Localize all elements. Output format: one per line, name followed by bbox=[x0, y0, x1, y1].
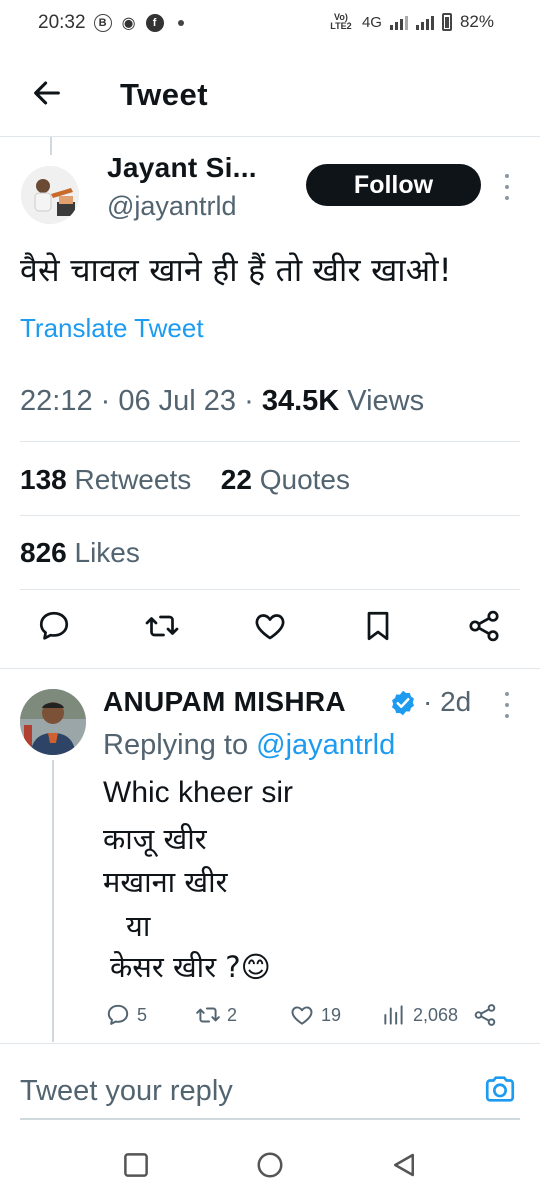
reply-line-4: या bbox=[126, 909, 151, 943]
retweet-quote-stats: 138 Retweets 22 Quotes bbox=[20, 464, 350, 496]
retweet-icon bbox=[196, 1007, 220, 1023]
reply-author-name[interactable]: ANUPAM MISHRA bbox=[103, 686, 346, 718]
author-handle[interactable]: @jayantrld bbox=[107, 191, 236, 222]
battery-icon bbox=[441, 13, 452, 31]
likes-count: 826 bbox=[20, 537, 67, 568]
reply-reply-action[interactable]: 5 bbox=[105, 1002, 147, 1028]
meta-separator: · bbox=[244, 385, 262, 417]
avatar-image bbox=[20, 689, 86, 755]
reply-retweet-action[interactable]: 2 bbox=[195, 1002, 237, 1028]
reply-like-action[interactable]: 19 bbox=[289, 1002, 341, 1028]
reply-views-count: 2,068 bbox=[413, 1004, 459, 1025]
home-circle-icon[interactable] bbox=[255, 1150, 285, 1180]
retweet-icon[interactable] bbox=[144, 608, 180, 644]
reply-icon[interactable] bbox=[36, 608, 72, 644]
facebook-icon: f bbox=[145, 14, 164, 32]
share-icon[interactable] bbox=[466, 608, 502, 644]
like-heart-icon bbox=[291, 1006, 313, 1025]
views-chart-icon bbox=[384, 1005, 403, 1025]
views-count: 34.5K bbox=[261, 385, 340, 417]
reply-bar-divider bbox=[0, 1043, 540, 1044]
quotes-stat[interactable]: 22 Quotes bbox=[221, 464, 350, 495]
tweet-meta: 22:12 · 06 Jul 23 · 34.5K Views bbox=[20, 385, 424, 418]
reply-views-action[interactable]: 2,068 bbox=[381, 1002, 458, 1028]
quotes-label: Quotes bbox=[259, 464, 350, 495]
reply-time-value: 2d bbox=[440, 686, 472, 717]
status-left: 20:32 B ◉ f bbox=[38, 12, 184, 34]
tweet-text: वैसे चावल खाने ही हैं तो खीर खाओ! bbox=[20, 251, 452, 289]
battery-level: 82% bbox=[459, 12, 494, 31]
reply-likes-count: 19 bbox=[321, 1004, 342, 1025]
header-divider bbox=[0, 136, 540, 137]
replying-to: Replying to @jayantrld bbox=[103, 729, 395, 762]
section-divider bbox=[0, 668, 540, 669]
status-right: Vo) LTE2 4G 82% bbox=[328, 12, 494, 32]
input-underline bbox=[20, 1118, 520, 1120]
reply-line-1: Whic kheer sir bbox=[103, 776, 294, 809]
reply-replies-count: 5 bbox=[137, 1004, 148, 1025]
meta-separator: · bbox=[100, 385, 119, 417]
reply-more-options-icon[interactable] bbox=[500, 692, 514, 718]
page-title: Tweet bbox=[120, 77, 209, 112]
time-separator: · bbox=[423, 686, 441, 717]
b-icon: B bbox=[93, 14, 112, 32]
camera-icon[interactable] bbox=[482, 1072, 518, 1106]
volte-icon: Vo) LTE2 bbox=[330, 12, 352, 31]
stats-divider-middle bbox=[20, 515, 520, 516]
recents-square-icon[interactable] bbox=[121, 1150, 151, 1180]
avatar-image bbox=[21, 166, 79, 224]
likes-stat[interactable]: 826 Likes bbox=[20, 537, 140, 569]
signal-icon-1 bbox=[389, 14, 408, 30]
tweet-date: 06 Jul 23 bbox=[118, 385, 237, 417]
reply-author-avatar[interactable] bbox=[20, 689, 86, 755]
more-options-icon[interactable] bbox=[500, 174, 514, 200]
dot-icon bbox=[177, 20, 184, 26]
network-label: 4G bbox=[361, 13, 382, 31]
translate-tweet-link[interactable]: Translate Tweet bbox=[20, 313, 204, 344]
like-heart-icon[interactable] bbox=[252, 608, 288, 644]
back-arrow-icon[interactable] bbox=[30, 76, 64, 110]
views-label: Views bbox=[347, 385, 425, 417]
retweets-label: Retweets bbox=[74, 464, 192, 495]
reply-action-bar: 5 2 19 2,068 bbox=[0, 1002, 540, 1034]
tweet-action-bar bbox=[0, 608, 540, 652]
replying-handle-link[interactable]: @jayantrld bbox=[256, 729, 395, 761]
likes-label: Likes bbox=[74, 537, 140, 568]
stats-divider-top bbox=[20, 441, 520, 442]
retweets-stat[interactable]: 138 Retweets bbox=[20, 464, 191, 495]
replying-prefix: Replying to bbox=[103, 729, 249, 761]
reply-icon bbox=[107, 1004, 129, 1025]
author-name[interactable]: Jayant Si... bbox=[107, 152, 257, 184]
top-app-bar: Tweet bbox=[0, 60, 540, 132]
reply-line-5: केसर खीर ?😊 bbox=[110, 950, 271, 984]
author-avatar[interactable] bbox=[21, 166, 79, 224]
status-time: 20:32 bbox=[38, 12, 86, 33]
reply-timestamp: · 2d bbox=[423, 686, 471, 718]
reply-line-2: काजू खीर bbox=[103, 822, 207, 856]
reply-retweets-count: 2 bbox=[227, 1004, 238, 1025]
follow-button[interactable]: Follow bbox=[306, 164, 481, 206]
reply-thread-line bbox=[52, 760, 54, 1042]
share-icon bbox=[474, 1004, 496, 1026]
signal-icon-2 bbox=[415, 14, 434, 30]
reply-line-3: मखाना खीर bbox=[103, 865, 228, 899]
thread-connector bbox=[50, 137, 52, 155]
reply-share-action[interactable] bbox=[472, 1002, 498, 1028]
status-bar: 20:32 B ◉ f Vo) LTE2 4G 82% bbox=[0, 0, 540, 48]
quotes-count: 22 bbox=[220, 464, 252, 495]
back-triangle-icon[interactable] bbox=[389, 1150, 419, 1180]
bookmark-icon[interactable] bbox=[360, 608, 396, 644]
retweets-count: 138 bbox=[20, 464, 67, 495]
android-nav-bar bbox=[0, 1136, 540, 1200]
verified-badge-icon bbox=[392, 690, 414, 716]
tweet-time: 22:12 bbox=[20, 385, 93, 417]
stats-divider-bottom bbox=[20, 589, 520, 590]
tweet-reply-input[interactable] bbox=[20, 1070, 460, 1112]
c-icon: ◉ bbox=[121, 15, 136, 32]
